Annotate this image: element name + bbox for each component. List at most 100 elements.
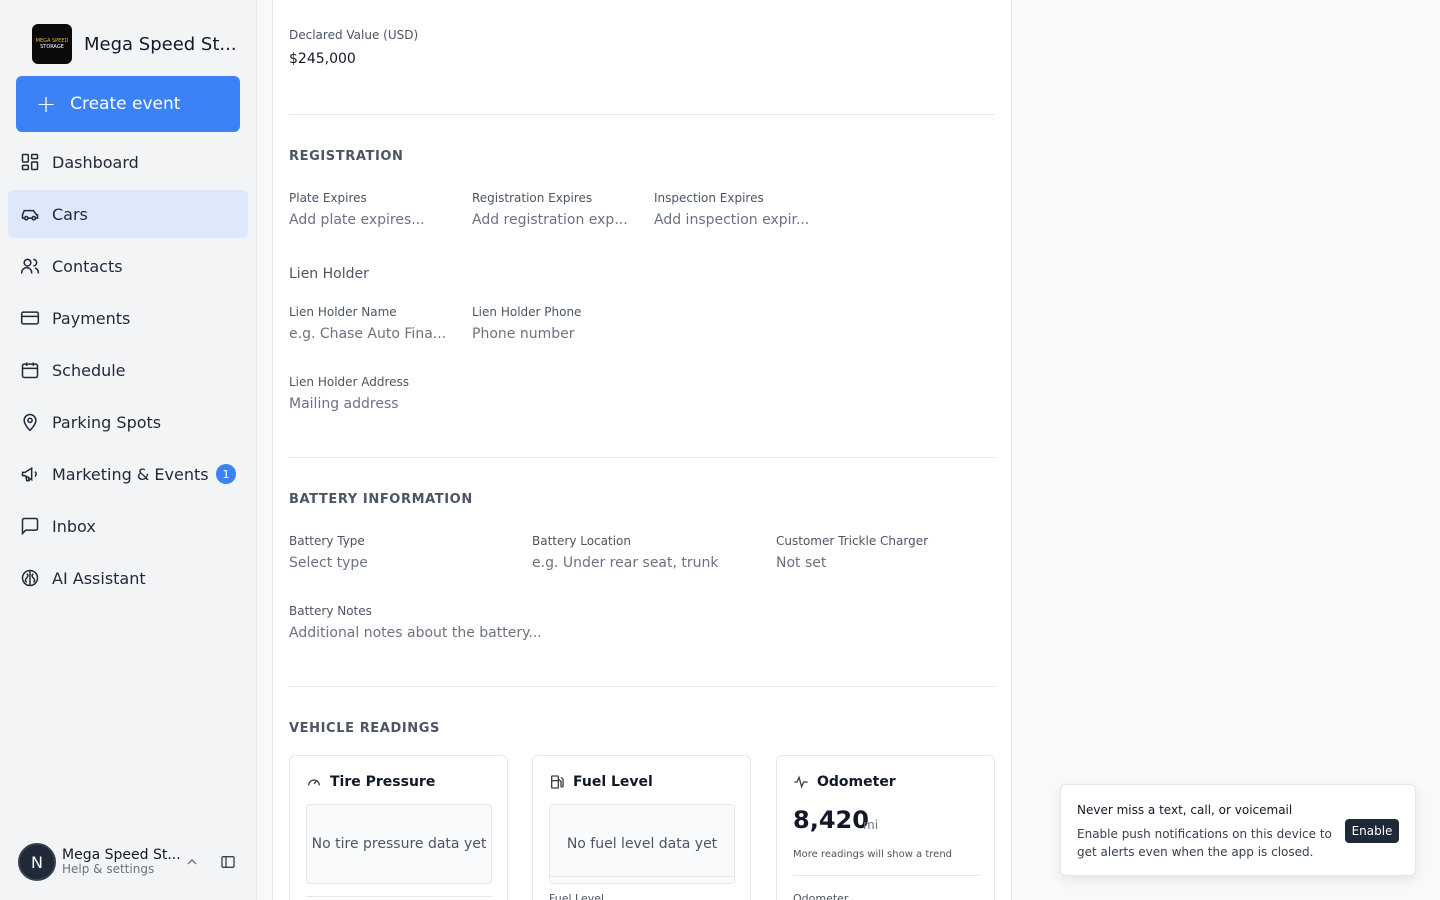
- brain-icon: [20, 568, 40, 588]
- sidebar-item-label: Dashboard: [52, 152, 139, 172]
- brand[interactable]: MEGA SPEED STORAGE Mega Speed St...: [32, 24, 237, 64]
- plus-icon: +: [36, 90, 57, 118]
- push-notification-toast: Never miss a text, call, or voicemail En…: [1060, 784, 1416, 876]
- sidebar-item-payments[interactable]: Payments: [8, 294, 248, 342]
- enable-notifications-button[interactable]: Enable: [1345, 819, 1399, 843]
- lien-holder-address-label: Lien Holder Address: [289, 375, 410, 389]
- trickle-charger-label: Customer Trickle Charger: [776, 534, 929, 548]
- sidebar: MEGA SPEED STORAGE Mega Speed St... + Cr…: [0, 0, 257, 900]
- battery-section-title: BATTERY INFORMATION: [289, 492, 473, 507]
- lien-holder-address-field[interactable]: Mailing address: [289, 396, 589, 412]
- odometer-trend-hint: More readings will show a trend: [793, 849, 953, 860]
- sidebar-item-cars[interactable]: Cars: [8, 190, 248, 238]
- chevron-up-icon[interactable]: [184, 854, 200, 870]
- sidebar-item-label: Payments: [52, 308, 131, 328]
- lien-holder-name-field[interactable]: e.g. Chase Auto Fina...: [289, 326, 459, 342]
- fuel-level-title: Fuel Level: [573, 774, 653, 790]
- declared-value[interactable]: $245,000: [289, 51, 356, 67]
- sidebar-item-marketing-events[interactable]: Marketing & Events 1: [8, 450, 248, 498]
- sidebar-item-dashboard[interactable]: Dashboard: [8, 138, 248, 186]
- create-event-label: Create event: [70, 94, 181, 114]
- notification-badge: 1: [216, 464, 236, 484]
- divider: [289, 457, 995, 458]
- registration-section-title: REGISTRATION: [289, 149, 404, 164]
- sidebar-item-schedule[interactable]: Schedule: [8, 346, 248, 394]
- toast-body: Enable push notifications on this device…: [1077, 827, 1332, 859]
- divider: [793, 875, 979, 876]
- gauge-icon: [308, 779, 320, 786]
- declared-value-label: Declared Value (USD): [289, 28, 419, 42]
- sidebar-item-label: Marketing & Events: [52, 464, 209, 484]
- brand-logo: MEGA SPEED STORAGE: [32, 24, 72, 64]
- divider: [289, 114, 995, 115]
- battery-notes-field[interactable]: Additional notes about the battery...: [289, 625, 589, 641]
- tire-pressure-header: Tire Pressure: [306, 774, 435, 790]
- odometer-card[interactable]: Odometer 8,420 mi More readings will sho…: [776, 755, 995, 900]
- create-event-button[interactable]: + Create event: [16, 76, 240, 132]
- fuel-level-subtitle: Fuel Level: [549, 892, 605, 900]
- sidebar-item-label: Parking Spots: [52, 412, 162, 432]
- battery-type-select[interactable]: Select type: [289, 555, 509, 571]
- lien-holder-phone-field[interactable]: Phone number: [472, 326, 642, 342]
- toast-title: Never miss a text, call, or voicemail: [1077, 803, 1293, 817]
- fuel-level-header: Fuel Level: [549, 774, 653, 790]
- plate-expires-label: Plate Expires: [289, 191, 367, 205]
- sidebar-item-inbox[interactable]: Inbox: [8, 502, 248, 550]
- dashboard-icon: [20, 152, 40, 172]
- divider: [306, 896, 492, 897]
- registration-expires-field[interactable]: Add registration exp...: [472, 212, 642, 228]
- users-icon: [20, 256, 40, 276]
- sidebar-item-label: Schedule: [52, 360, 126, 380]
- battery-location-field[interactable]: e.g. Under rear seat, trunk: [532, 555, 762, 571]
- tire-pressure-empty-state: No tire pressure data yet: [306, 804, 492, 884]
- sidebar-item-parking-spots[interactable]: Parking Spots: [8, 398, 248, 446]
- odometer-header: Odometer: [793, 774, 896, 790]
- user-text: Mega Speed St... Help & settings: [62, 847, 181, 877]
- fuel-icon: [551, 775, 564, 789]
- tire-pressure-card[interactable]: Tire Pressure No tire pressure data yet: [289, 755, 508, 900]
- sidebar-item-label: Cars: [52, 204, 88, 224]
- sidebar-item-contacts[interactable]: Contacts: [8, 242, 248, 290]
- avatar: N: [18, 843, 56, 881]
- lien-holder-phone-label: Lien Holder Phone: [472, 305, 582, 319]
- credit-card-icon: [20, 308, 40, 328]
- sidebar-item-label: Inbox: [52, 516, 96, 536]
- user-menu[interactable]: N Mega Speed St... Help & settings: [18, 842, 246, 882]
- battery-location-label: Battery Location: [532, 534, 631, 548]
- plate-expires-field[interactable]: Add plate expires...: [289, 212, 459, 228]
- user-name: Mega Speed St...: [62, 847, 181, 864]
- registration-expires-label: Registration Expires: [472, 191, 593, 205]
- activity-icon: [794, 775, 808, 789]
- lien-holder-name-label: Lien Holder Name: [289, 305, 397, 319]
- car-icon: [20, 204, 40, 224]
- sidebar-item-label: AI Assistant: [52, 568, 146, 588]
- fuel-level-empty-state: No fuel level data yet: [549, 804, 735, 884]
- user-subtitle: Help & settings: [62, 862, 155, 877]
- brand-name: Mega Speed St...: [84, 33, 237, 55]
- inspection-expires-label: Inspection Expires: [654, 191, 764, 205]
- trickle-charger-select[interactable]: Not set: [776, 555, 976, 571]
- sidebar-item-ai-assistant[interactable]: AI Assistant: [8, 554, 248, 602]
- car-details-card: Declared Value (USD) $245,000 REGISTRATI…: [272, 0, 1012, 900]
- battery-notes-label: Battery Notes: [289, 604, 372, 618]
- odometer-title: Odometer: [817, 774, 896, 790]
- calendar-icon: [20, 360, 40, 380]
- sidebar-item-label: Contacts: [52, 256, 123, 276]
- fuel-level-card[interactable]: Fuel Level No fuel level data yet Fuel L…: [532, 755, 751, 900]
- battery-type-label: Battery Type: [289, 534, 365, 548]
- lien-holder-heading: Lien Holder: [289, 266, 369, 282]
- message-square-icon: [20, 516, 40, 536]
- odometer-value: 8,420: [793, 806, 869, 834]
- inspection-expires-field[interactable]: Add inspection expir...: [654, 212, 824, 228]
- sidebar-toggle-icon[interactable]: [220, 854, 236, 870]
- megaphone-icon: [20, 464, 40, 484]
- tire-pressure-title: Tire Pressure: [330, 774, 436, 790]
- sidebar-nav: Dashboard Cars Contacts Payments Schedul…: [8, 138, 248, 606]
- divider: [549, 876, 735, 877]
- map-pin-icon: [20, 412, 40, 432]
- brand-logo-bottom: STORAGE: [40, 44, 64, 50]
- odometer-unit: mi: [863, 818, 879, 832]
- divider: [289, 686, 995, 687]
- odometer-subtitle: Odometer: [793, 892, 849, 900]
- vehicle-readings-title: VEHICLE READINGS: [289, 721, 440, 736]
